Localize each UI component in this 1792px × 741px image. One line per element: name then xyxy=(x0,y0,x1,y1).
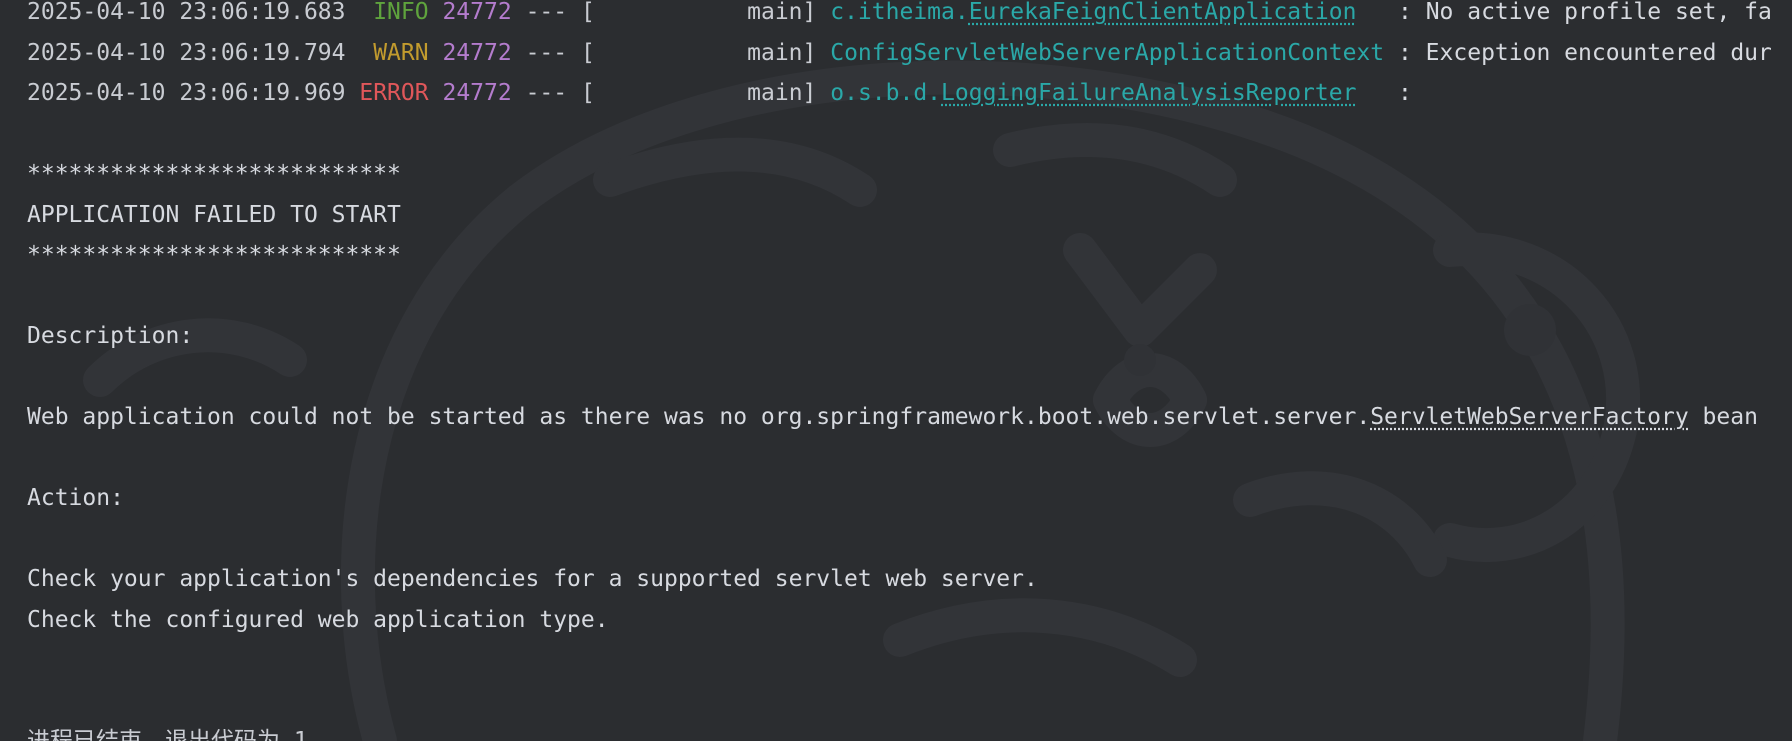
log-separator: --- xyxy=(525,0,568,25)
console-lines: 2025-04-10 23:06:19.683 INFO 24772 --- [… xyxy=(27,0,1792,741)
log-logger-class-link[interactable]: EurekaFeignClientApplication xyxy=(969,0,1357,25)
log-thread: [ main] xyxy=(580,39,817,66)
log-message: : xyxy=(1398,80,1412,106)
log-logger-class-link[interactable]: LoggingFailureAnalysisReporter xyxy=(941,80,1356,106)
log-line: 2025-04-10 23:06:19.969 ERROR 24772 --- … xyxy=(27,73,1792,114)
log-line: 2025-04-10 23:06:19.794 WARN 24772 --- [… xyxy=(27,33,1792,74)
servlet-factory-class-link[interactable]: ServletWebServerFactory xyxy=(1370,404,1689,430)
failure-stars-top: *************************** xyxy=(27,161,401,187)
log-logger-prefix: c.itheima. xyxy=(830,0,969,25)
log-line: 2025-04-10 23:06:19.683 INFO 24772 --- [… xyxy=(27,0,1792,33)
log-pid: 24772 xyxy=(442,80,512,106)
log-logger-pad xyxy=(1384,40,1398,66)
log-level-error: ERROR xyxy=(359,80,429,106)
failure-stars-bottom: *************************** xyxy=(27,242,401,268)
log-timestamp: 2025-04-10 23:06:19.794 xyxy=(27,39,346,66)
log-timestamp: 2025-04-10 23:06:19.969 xyxy=(27,80,346,106)
log-timestamp: 2025-04-10 23:06:19.683 xyxy=(27,0,346,25)
log-separator: --- xyxy=(525,39,568,66)
action-line-1: Check your application's dependencies fo… xyxy=(27,566,1038,592)
log-message: : No active profile set, fa xyxy=(1398,0,1772,25)
action-heading: Action: xyxy=(27,485,124,511)
log-logger-pad xyxy=(1356,80,1398,106)
description-text-before: Web application could not be started as … xyxy=(27,404,1371,430)
log-pid: 24772 xyxy=(442,39,512,66)
log-thread: [ main] xyxy=(580,80,817,106)
log-level-info: INFO xyxy=(373,0,429,25)
log-logger-prefix: o.s.b.d. xyxy=(830,80,942,106)
log-thread: [ main] xyxy=(580,0,817,25)
process-exit-message: 进程已结束，退出代码为 1 xyxy=(27,728,308,741)
action-line-2: Check the configured web application typ… xyxy=(27,606,609,633)
log-logger-class: ConfigServletWebServerApplicationContext xyxy=(830,39,1385,66)
log-pid: 24772 xyxy=(442,0,512,25)
log-message: : Exception encountered dur xyxy=(1397,39,1772,66)
console-output[interactable]: 2025-04-10 23:06:19.683 INFO 24772 --- [… xyxy=(0,0,1792,741)
description-text-after: bean xyxy=(1688,404,1758,430)
description-text: Web application could not be started as … xyxy=(27,397,1792,438)
description-heading: Description: xyxy=(27,323,194,349)
failure-title: APPLICATION FAILED TO START xyxy=(27,201,401,228)
log-logger-pad xyxy=(1356,0,1398,25)
log-level-warn: WARN xyxy=(373,39,429,66)
log-separator: --- xyxy=(525,80,568,106)
